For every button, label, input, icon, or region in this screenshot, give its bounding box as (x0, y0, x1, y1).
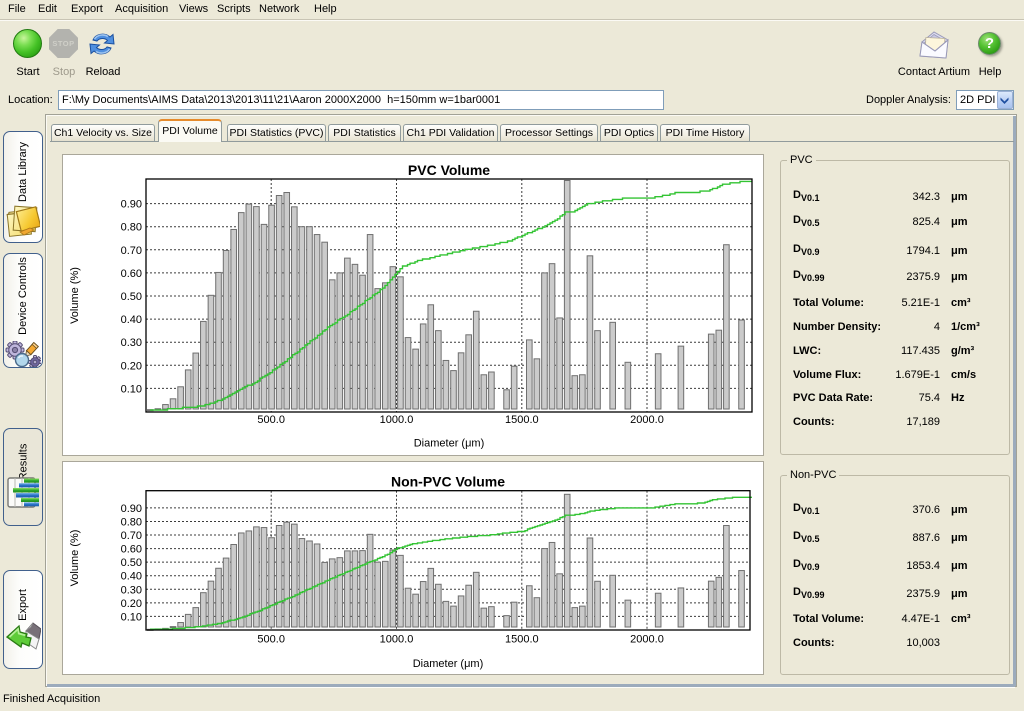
svg-text:500.0: 500.0 (257, 634, 285, 646)
svg-text:PVC Volume: PVC Volume (408, 162, 490, 178)
svg-text:0.60: 0.60 (121, 544, 142, 556)
svg-text:0.20: 0.20 (121, 598, 142, 610)
svg-text:Volume (%): Volume (%) (69, 530, 81, 587)
svg-text:0.40: 0.40 (121, 314, 142, 326)
svg-text:1000.0: 1000.0 (380, 414, 414, 426)
svg-text:0.10: 0.10 (121, 383, 142, 395)
svg-text:1500.0: 1500.0 (505, 414, 539, 426)
svg-text:Volume (%): Volume (%) (69, 267, 81, 324)
svg-text:Diameter (μm): Diameter (μm) (414, 438, 485, 450)
svg-text:0.30: 0.30 (121, 337, 142, 349)
svg-text:0.70: 0.70 (121, 245, 142, 257)
svg-text:1000.0: 1000.0 (380, 634, 414, 646)
svg-text:2000.0: 2000.0 (630, 414, 664, 426)
svg-text:0.70: 0.70 (121, 530, 142, 542)
svg-text:2000.0: 2000.0 (630, 634, 664, 646)
svg-text:0.50: 0.50 (121, 557, 142, 569)
svg-text:0.80: 0.80 (121, 222, 142, 234)
svg-text:0.60: 0.60 (121, 268, 142, 280)
svg-text:0.10: 0.10 (121, 611, 142, 623)
svg-text:0.90: 0.90 (121, 503, 142, 515)
svg-text:0.50: 0.50 (121, 291, 142, 303)
svg-text:Diameter (μm): Diameter (μm) (413, 658, 484, 670)
svg-text:0.30: 0.30 (121, 584, 142, 596)
svg-text:0.90: 0.90 (121, 199, 142, 211)
svg-text:500.0: 500.0 (257, 414, 285, 426)
svg-text:0.40: 0.40 (121, 571, 142, 583)
svg-text:1500.0: 1500.0 (505, 634, 539, 646)
svg-text:0.20: 0.20 (121, 360, 142, 372)
svg-text:Non-PVC Volume: Non-PVC Volume (391, 474, 505, 490)
svg-text:0.80: 0.80 (121, 516, 142, 528)
